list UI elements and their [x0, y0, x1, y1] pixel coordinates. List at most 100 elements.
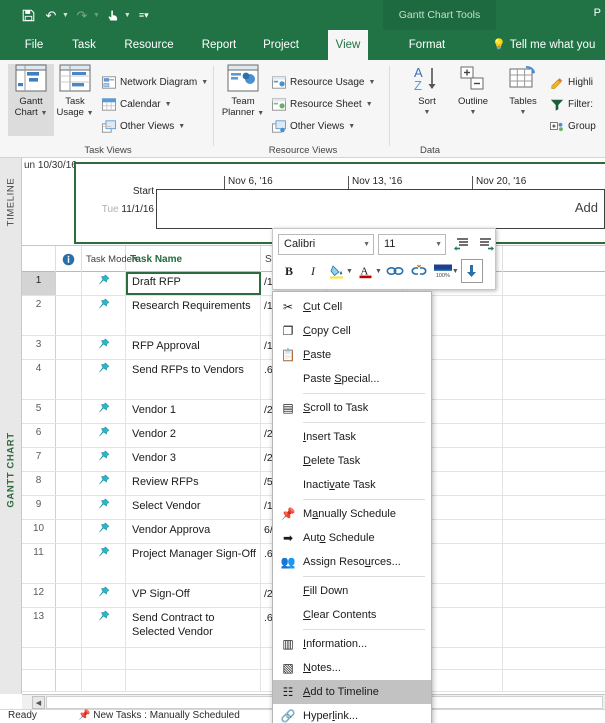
undo-dropdown-caret[interactable]: ▼ [62, 12, 69, 19]
cell-indicators[interactable] [56, 400, 82, 423]
menu-item-scroll-to-task[interactable]: ▤Scroll to Task [273, 396, 431, 420]
percent-complete-caret[interactable]: ▼ [452, 268, 459, 275]
cell-indicators[interactable] [56, 472, 82, 495]
cell-task-mode[interactable] [82, 424, 126, 447]
cell-task-name[interactable]: Send Contract to Selected Vendor [126, 608, 261, 647]
cell-indicators[interactable] [56, 336, 82, 359]
unlink-tasks-button[interactable] [408, 259, 430, 283]
cell-indicators[interactable] [56, 584, 82, 607]
bold-button[interactable]: B [278, 259, 300, 283]
row-number[interactable] [22, 648, 56, 669]
cell-indicators[interactable] [56, 670, 82, 691]
gantt-chart-button[interactable]: Gantt Chart ▼ [8, 64, 54, 136]
column-header-task-name[interactable]: Task Name [126, 246, 261, 272]
cell-indicators[interactable] [56, 544, 82, 583]
cell-task-mode[interactable] [82, 400, 126, 423]
menu-item-add-to-timeline[interactable]: ☷Add to Timeline [273, 680, 431, 704]
menu-item-clear-contents[interactable]: Clear Contents [273, 603, 431, 627]
cell-task-name[interactable]: Vendor 2 [126, 424, 261, 447]
cell-task-name[interactable] [126, 670, 261, 691]
menu-item-delete-task[interactable]: Delete Task [273, 449, 431, 473]
tables-button[interactable]: Tables ▼ [500, 64, 546, 136]
task-usage-dropdown-caret[interactable]: ▼ [87, 110, 94, 117]
gantt-chart-vertical-tab[interactable]: GANTT CHART [0, 246, 22, 694]
decrease-indent-button[interactable] [450, 232, 472, 256]
cell-task-name[interactable]: VP Sign-Off [126, 584, 261, 607]
menu-item-notes[interactable]: ▧Notes... [273, 656, 431, 680]
calendar-dropdown-caret[interactable]: ▼ [165, 101, 172, 108]
row-number[interactable]: 8 [22, 472, 56, 495]
menu-item-information[interactable]: ▥Information... [273, 632, 431, 656]
network-diagram-dropdown-caret[interactable]: ▼ [201, 79, 208, 86]
customize-qat-icon[interactable]: ≡▾ [134, 5, 154, 25]
row-number[interactable]: 6 [22, 424, 56, 447]
calendar-item[interactable]: Calendar ▼ [102, 94, 172, 114]
resource-usage-dropdown-caret[interactable]: ▼ [368, 79, 375, 86]
sort-dropdown-caret[interactable]: ▼ [424, 107, 431, 118]
redo-dropdown-caret[interactable]: ▼ [93, 12, 100, 19]
status-new-tasks[interactable]: 📌 New Tasks : Manually Scheduled [78, 710, 240, 721]
cell-task-name[interactable]: Vendor 3 [126, 448, 261, 471]
cell-task-mode[interactable] [82, 272, 126, 295]
font-color-button[interactable]: A [355, 259, 377, 283]
tab-format[interactable]: Format [396, 30, 458, 60]
cell-task-name[interactable]: Send RFPs to Vendors [126, 360, 261, 399]
tab-report[interactable]: Report [190, 30, 248, 60]
menu-item-manually-schedule[interactable]: 📌Manually Schedule [273, 502, 431, 526]
fill-color-caret[interactable]: ▼ [346, 268, 353, 275]
tab-resource[interactable]: Resource [112, 30, 186, 60]
cell-indicators[interactable] [56, 520, 82, 543]
cell-task-mode[interactable] [82, 448, 126, 471]
tables-dropdown-caret[interactable]: ▼ [520, 107, 527, 118]
italic-button[interactable]: I [302, 259, 324, 283]
cell-task-name[interactable]: Select Vendor [126, 496, 261, 519]
cell-indicators[interactable] [56, 296, 82, 335]
row-number[interactable]: 5 [22, 400, 56, 423]
save-icon[interactable] [18, 5, 38, 25]
undo-icon[interactable]: ↶ [41, 5, 61, 25]
tab-view[interactable]: View [328, 30, 368, 60]
menu-item-hyperlink[interactable]: 🔗Hyperlink... [273, 704, 431, 723]
percent-complete-button[interactable]: 100% [432, 259, 454, 283]
network-diagram-item[interactable]: Network Diagram ▼ [102, 72, 208, 92]
cell-task-name[interactable]: Research Requirements [126, 296, 261, 335]
menu-item-assign-resources[interactable]: 👥Assign Resources... [273, 550, 431, 574]
other-views-resource-dropdown-caret[interactable]: ▼ [348, 123, 355, 130]
resource-sheet-dropdown-caret[interactable]: ▼ [366, 101, 373, 108]
row-number[interactable]: 7 [22, 448, 56, 471]
group-by-item[interactable]: Group [550, 116, 596, 136]
menu-item-copy-cell[interactable]: ❐Copy Cell [273, 319, 431, 343]
cell-indicators[interactable] [56, 424, 82, 447]
other-views-task-dropdown-caret[interactable]: ▼ [178, 123, 185, 130]
increase-indent-button[interactable] [476, 232, 498, 256]
column-header-indicators[interactable] [56, 246, 82, 272]
cell-indicators[interactable] [56, 448, 82, 471]
cell-task-mode[interactable] [82, 296, 126, 335]
timeline-vertical-tab[interactable]: TIMELINE [0, 158, 22, 246]
outline-button[interactable]: Outline ▼ [450, 64, 496, 136]
font-name-caret[interactable]: ▼ [363, 241, 370, 248]
cell-task-name[interactable]: Vendor 1 [126, 400, 261, 423]
other-views-resource-item[interactable]: Other Views ▼ [272, 116, 355, 136]
cell-task-mode[interactable] [82, 472, 126, 495]
task-usage-button[interactable]: Task Usage ▼ [52, 64, 98, 136]
font-name-combobox[interactable]: Calibri ▼ [278, 234, 374, 255]
scroll-left-button[interactable]: ◀ [32, 696, 45, 709]
row-number[interactable]: 4 [22, 360, 56, 399]
font-size-caret[interactable]: ▼ [435, 241, 442, 248]
other-views-task-item[interactable]: Other Views ▼ [102, 116, 185, 136]
cell-task-mode[interactable] [82, 670, 126, 691]
row-number[interactable]: 11 [22, 544, 56, 583]
column-header-task-mode[interactable]: Task Mode ▼ [82, 246, 126, 272]
outline-dropdown-caret[interactable]: ▼ [470, 107, 477, 118]
row-number[interactable]: 12 [22, 584, 56, 607]
redo-icon[interactable]: ↷ [72, 5, 92, 25]
row-number[interactable]: 9 [22, 496, 56, 519]
row-number[interactable]: 13 [22, 608, 56, 647]
row-number[interactable]: 2 [22, 296, 56, 335]
cell-task-mode[interactable] [82, 496, 126, 519]
touch-mouse-mode-icon[interactable] [103, 5, 123, 25]
cell-indicators[interactable] [56, 648, 82, 669]
cell-task-mode[interactable] [82, 336, 126, 359]
gantt-chart-dropdown-caret[interactable]: ▼ [40, 110, 47, 117]
